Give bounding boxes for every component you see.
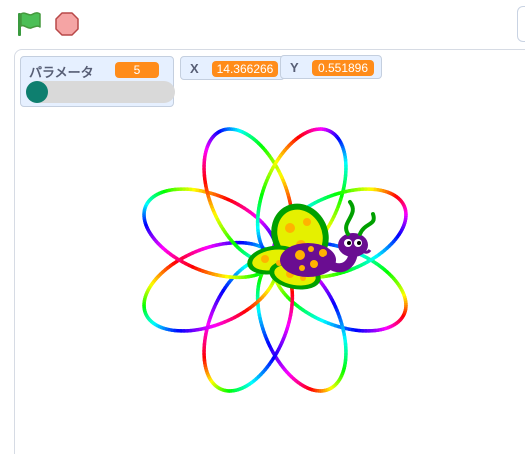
stage-canvas[interactable]: パラメータ 5 X 14.366266 Y 0.551896 — [14, 49, 525, 454]
variable-monitor-y: Y 0.551896 — [280, 55, 382, 79]
scratch-player: パラメータ 5 X 14.366266 Y 0.551896 — [0, 0, 525, 454]
variable-monitor-x: X 14.366266 — [180, 56, 285, 80]
monitor-value: 14.366266 — [212, 61, 278, 77]
variable-monitor-parameter: パラメータ 5 — [20, 56, 175, 107]
green-flag-icon — [18, 12, 41, 36]
stop-sign-icon — [55, 12, 79, 36]
monitor-label: X — [190, 61, 199, 76]
slider-knob[interactable] — [26, 81, 48, 103]
stage-size-button[interactable] — [517, 6, 525, 42]
monitor-value: 0.551896 — [312, 60, 374, 76]
stage-toolbar — [0, 0, 525, 48]
stop-button[interactable] — [52, 9, 82, 39]
monitor-label: パラメータ — [29, 65, 94, 80]
monitor-value: 5 — [115, 62, 159, 78]
parameter-slider[interactable] — [26, 81, 175, 103]
pen-drawing — [142, 127, 408, 393]
monitor-label: Y — [290, 60, 299, 75]
butterfly-sprite — [247, 200, 376, 290]
green-flag-button[interactable] — [12, 9, 46, 39]
